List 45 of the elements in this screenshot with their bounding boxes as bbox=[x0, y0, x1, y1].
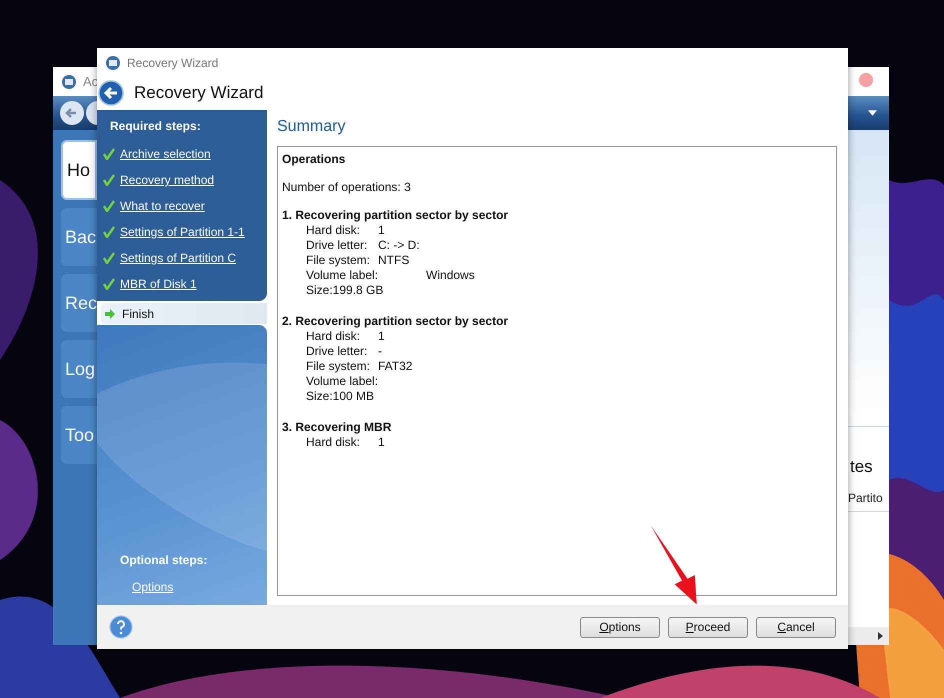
step-link[interactable]: Archive selection bbox=[120, 147, 211, 161]
step-link[interactable]: What to recover bbox=[120, 199, 205, 213]
nav-tile[interactable]: Too bbox=[61, 406, 97, 464]
window-title: Recovery Wizard bbox=[127, 56, 218, 70]
step-link[interactable]: MBR of Disk 1 bbox=[120, 277, 197, 291]
section-heading: Required steps: bbox=[109, 119, 202, 133]
summary-text: Number of operations: 3 bbox=[282, 180, 412, 194]
summary-text: Size:100 MB bbox=[305, 389, 376, 404]
summary-heading: Operations bbox=[282, 152, 346, 166]
back-icon[interactable] bbox=[98, 80, 124, 106]
page-title: Summary bbox=[277, 118, 346, 136]
operation-title: 3. Recovering MBR bbox=[282, 420, 392, 434]
forward-icon[interactable] bbox=[85, 100, 97, 126]
summary-text: Drive letter: C: -> D: bbox=[306, 238, 420, 252]
scroll-arrow-icon[interactable] bbox=[878, 632, 883, 640]
help-icon[interactable] bbox=[109, 615, 133, 639]
window-title: Ac bbox=[83, 74, 98, 89]
operation-title: 1. Recovering partition sector by sector bbox=[282, 208, 510, 222]
nav-tile[interactable]: Ho bbox=[61, 140, 97, 200]
wizard-title: Recovery Wizard bbox=[134, 83, 264, 103]
operation-title: 2. Recovering partition sector by sector bbox=[282, 314, 510, 328]
dialog-button[interactable]: Proceed bbox=[668, 616, 748, 638]
step-link[interactable]: Settings of Partition C bbox=[120, 251, 236, 265]
summary-text: Hard disk: 1 bbox=[306, 223, 385, 237]
summary-text: File system: FAT32 bbox=[306, 359, 412, 373]
step-link[interactable]: Recovery method bbox=[120, 173, 214, 187]
current-step[interactable]: Finish bbox=[101, 303, 267, 324]
step-link[interactable]: Settings of Partition 1-1 bbox=[120, 225, 245, 239]
caret-icon[interactable] bbox=[868, 110, 877, 116]
summary-text: File system: NTFS bbox=[306, 253, 410, 267]
dialog-button[interactable]: Options bbox=[580, 616, 660, 638]
app-icon bbox=[105, 55, 121, 71]
arrow-icon bbox=[104, 308, 116, 320]
summary-text: Volume label: bbox=[306, 374, 378, 388]
summary-text: Volume label: Windows bbox=[306, 268, 475, 282]
summary-text: Drive letter: - bbox=[306, 344, 382, 358]
dialog-button[interactable]: Cancel bbox=[756, 616, 836, 638]
summary-text: Hard disk: 1 bbox=[306, 329, 385, 343]
summary-text: Hard disk: 1 bbox=[306, 435, 385, 449]
nav-tile[interactable]: Log bbox=[61, 340, 97, 398]
nav-tile[interactable]: Rec bbox=[61, 274, 97, 332]
section-heading: Optional steps: bbox=[120, 553, 208, 567]
summary-text: Size:199.8 GB bbox=[305, 283, 384, 298]
nav-tile[interactable]: Bac bbox=[61, 208, 97, 266]
app-icon bbox=[61, 74, 77, 90]
